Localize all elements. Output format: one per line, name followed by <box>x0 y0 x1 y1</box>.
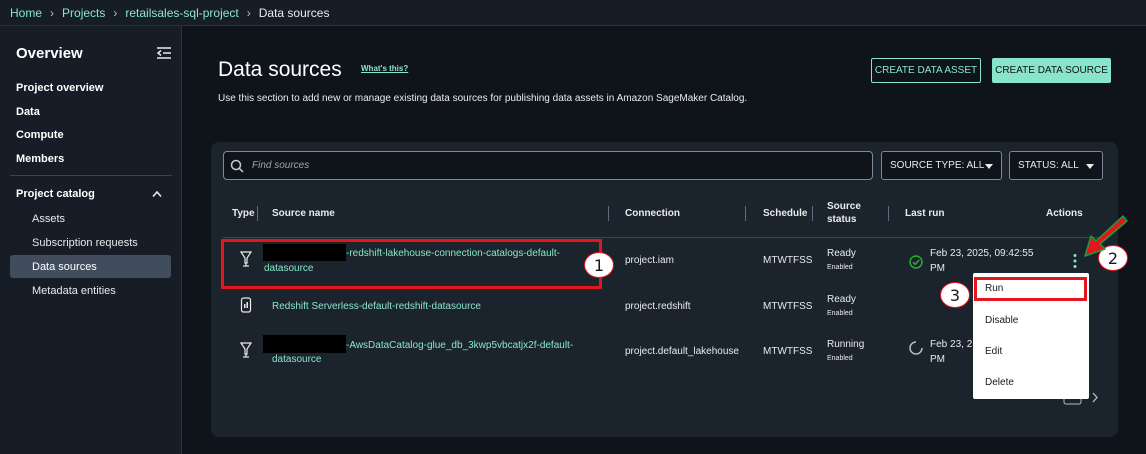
sidebar-item-metadata-entities[interactable]: Metadata entities <box>10 279 171 302</box>
success-check-icon <box>909 255 923 269</box>
callout-badge-1: 1 <box>584 252 614 278</box>
caret-down-icon <box>985 164 993 169</box>
connection-cell: project.iam <box>625 255 674 266</box>
source-type-select[interactable]: SOURCE TYPE: ALL <box>881 151 1002 180</box>
status-cell: Ready <box>827 248 856 259</box>
breadcrumb-projects[interactable]: Projects <box>62 6 105 20</box>
status-value: STATUS: ALL <box>1018 160 1079 171</box>
highlight-box-run <box>974 277 1087 301</box>
sidebar-item-compute[interactable]: Compute <box>16 129 64 141</box>
schedule-cell: MTWTFSS <box>763 346 813 357</box>
collapse-sidebar-icon[interactable] <box>156 46 172 60</box>
status-cell: Running <box>827 339 865 350</box>
search-placeholder: Find sources <box>252 160 310 171</box>
redacted-block <box>263 335 346 353</box>
in-progress-icon <box>909 341 923 355</box>
source-name-link[interactable]: -AwsDataCatalog-glue_db_3kwp5vbcatjx2f-d… <box>346 338 573 353</box>
menu-item-disable[interactable]: Disable <box>985 315 1018 326</box>
last-run-cell: Feb 23, 2025, 09:42:55 <box>930 248 1034 259</box>
status-sub-cell: Enabled <box>827 264 853 271</box>
source-name-link[interactable]: Redshift Serverless-default-redshift-dat… <box>272 299 481 314</box>
last-run-cell-continued: PM <box>930 354 945 365</box>
schedule-cell: MTWTFSS <box>763 255 813 266</box>
sidebar: Overview Project overview Data Compute M… <box>0 26 182 454</box>
column-separator <box>257 206 258 221</box>
sidebar-item-data[interactable]: Data <box>16 106 40 118</box>
create-data-asset-button[interactable]: CREATE DATA ASSET <box>871 58 981 83</box>
breadcrumb-project[interactable]: retailsales-sql-project <box>125 6 238 20</box>
callout-badge-3: 3 <box>940 282 970 308</box>
sidebar-title: Overview <box>16 45 83 62</box>
sidebar-item-subscription-requests[interactable]: Subscription requests <box>10 231 171 254</box>
menu-item-edit[interactable]: Edit <box>985 346 1002 357</box>
whats-this-link[interactable]: What's this? <box>361 64 408 73</box>
column-header-source-status-line1: Source <box>827 201 861 212</box>
annotation-arrow-icon <box>1084 215 1128 257</box>
breadcrumb-home[interactable]: Home <box>10 6 42 20</box>
page-title: Data sources <box>218 58 342 81</box>
sidebar-item-data-sources[interactable]: Data sources <box>10 255 171 278</box>
column-header-last-run[interactable]: Last run <box>905 208 944 219</box>
status-cell: Ready <box>827 294 856 305</box>
more-actions-icon[interactable] <box>1072 253 1078 269</box>
redshift-icon <box>240 297 252 313</box>
last-run-cell-continued: PM <box>930 263 945 274</box>
column-separator <box>745 206 746 221</box>
sidebar-item-assets[interactable]: Assets <box>10 207 171 230</box>
breadcrumb-separator-icon: › <box>113 5 118 20</box>
caret-down-icon <box>1086 164 1094 169</box>
column-header-connection[interactable]: Connection <box>625 208 680 219</box>
column-separator <box>888 206 889 221</box>
sidebar-item-project-overview[interactable]: Project overview <box>16 82 103 94</box>
highlight-box-source <box>221 239 602 289</box>
source-name-link-continued[interactable]: datasource <box>272 352 321 367</box>
breadcrumb: Home › Projects › retailsales-sql-projec… <box>0 0 1146 26</box>
sidebar-item-members[interactable]: Members <box>16 153 64 165</box>
last-run-cell: Feb 23, 2 <box>930 339 973 350</box>
column-header-type: Type <box>232 208 255 219</box>
column-separator <box>812 206 813 221</box>
table-header-divider <box>223 237 1103 238</box>
sidebar-divider <box>10 175 172 176</box>
chevron-up-icon[interactable] <box>152 190 162 198</box>
status-sub-cell: Enabled <box>827 310 853 317</box>
column-separator <box>608 206 609 221</box>
search-icon <box>230 159 244 173</box>
schedule-cell: MTWTFSS <box>763 301 813 312</box>
column-header-source-name[interactable]: Source name <box>272 208 335 219</box>
column-header-source-status-line2: status <box>827 214 857 225</box>
breadcrumb-separator-icon: › <box>246 5 251 20</box>
lakehouse-icon <box>240 342 252 358</box>
column-header-actions: Actions <box>1046 208 1083 219</box>
column-header-schedule[interactable]: Schedule <box>763 208 807 219</box>
column-header-source-status[interactable]: Source status <box>827 201 861 225</box>
status-sub-cell: Enabled <box>827 355 853 362</box>
status-select[interactable]: STATUS: ALL <box>1009 151 1103 180</box>
search-input[interactable]: Find sources <box>223 151 873 180</box>
create-data-source-button[interactable]: CREATE DATA SOURCE <box>992 58 1111 83</box>
page-description: Use this section to add new or manage ex… <box>218 93 748 104</box>
connection-cell: project.redshift <box>625 301 691 312</box>
sidebar-section-project-catalog[interactable]: Project catalog <box>16 188 95 200</box>
source-type-value: SOURCE TYPE: ALL <box>890 160 985 171</box>
breadcrumb-current: Data sources <box>258 5 330 20</box>
breadcrumb-separator-icon: › <box>50 5 55 20</box>
menu-item-delete[interactable]: Delete <box>985 377 1014 388</box>
connection-cell: project.default_lakehouse <box>625 346 739 357</box>
